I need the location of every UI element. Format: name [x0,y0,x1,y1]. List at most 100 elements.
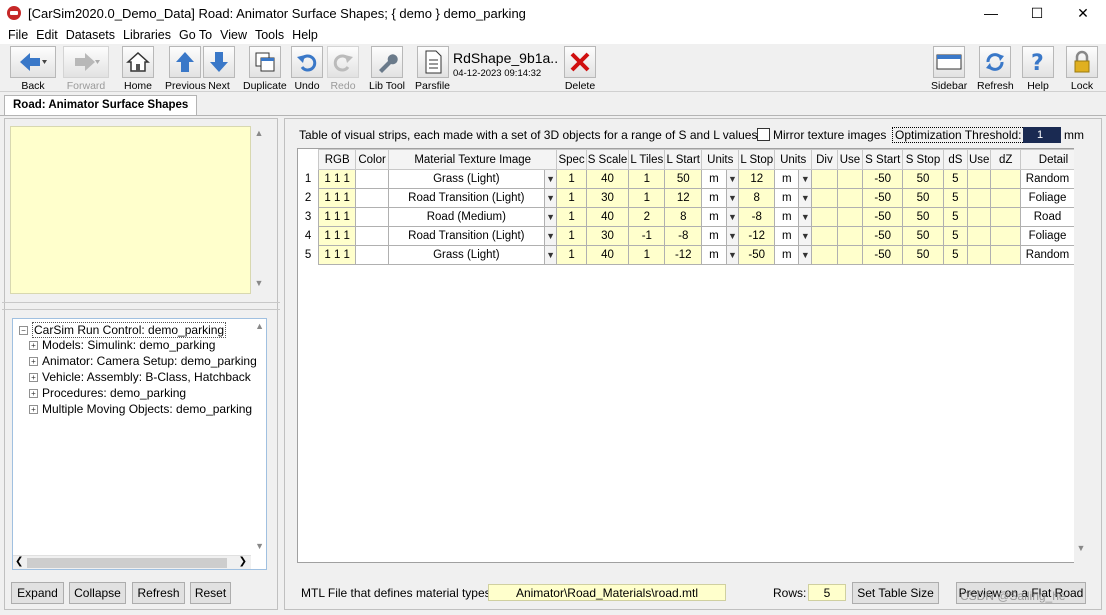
s-start-cell[interactable]: -50 [862,169,904,189]
detail-cell[interactable]: Road [1019,207,1076,227]
menu-edit[interactable]: Edit [36,28,58,42]
s-start-cell[interactable]: -50 [862,188,904,208]
l-tiles-cell[interactable]: -1 [628,226,666,246]
material-cell[interactable]: Grass (Light) [387,169,545,189]
detail-cell[interactable]: Foliage [1019,188,1076,208]
notes-area[interactable] [10,126,251,294]
l-start-cell[interactable]: -8 [664,226,703,246]
spec-cell[interactable]: 1 [556,169,587,189]
div-cell[interactable] [811,169,838,189]
color-cell[interactable] [355,188,389,208]
s-stop-cell[interactable]: 50 [902,245,944,265]
units-cell[interactable]: m [701,188,727,208]
units-dropdown-icon[interactable]: ▼ [798,188,813,208]
ds-cell[interactable]: 5 [942,207,968,227]
rows-input[interactable]: 5 [808,584,846,601]
units-dropdown-icon[interactable]: ▼ [725,169,740,189]
tree-scroll-up-icon[interactable]: ▲ [255,321,264,331]
rgb-cell[interactable]: 1 1 1 [318,169,357,189]
forward-button[interactable]: Forward [63,46,109,92]
s-start-cell[interactable]: -50 [862,226,904,246]
spec-cell[interactable]: 1 [556,207,587,227]
tree-item-procedures[interactable]: + Procedures: demo_parking [29,386,186,400]
ds-cell[interactable]: 5 [942,226,968,246]
l-tiles-cell[interactable]: 1 [628,188,666,208]
s-scale-cell[interactable]: 40 [585,207,630,227]
expand-button[interactable]: Expand [11,582,64,604]
material-cell[interactable]: Grass (Light) [387,245,545,265]
detail-cell[interactable]: Random [1019,245,1076,265]
table-vertical-scrollbar[interactable]: ▼ [1074,148,1088,563]
undo-button[interactable]: Undo [291,46,323,92]
units-dropdown-icon[interactable]: ▼ [798,226,813,246]
expand-icon[interactable]: + [29,372,38,382]
menu-file[interactable]: File [8,28,28,42]
close-button[interactable]: ✕ [1060,0,1106,26]
collapse-button[interactable]: Collapse [69,582,126,604]
s-scale-cell[interactable]: 40 [585,245,630,265]
mtl-file-field[interactable]: Animator\Road_Materials\road.mtl [488,584,726,601]
mirror-texture-checkbox[interactable] [757,128,770,141]
duplicate-button[interactable]: Duplicate [243,46,287,92]
l-stop-cell[interactable]: -12 [738,226,776,246]
units-cell[interactable]: m [701,245,727,265]
lock-button[interactable]: Lock [1066,46,1098,92]
material-dropdown-icon[interactable]: ▼ [543,188,558,208]
redo-button[interactable]: Redo [327,46,359,92]
tree-horizontal-scrollbar[interactable]: ❮ ❯ [13,555,251,569]
menu-libraries[interactable]: Libraries [123,28,171,42]
tree-item-models[interactable]: + Models: Simulink: demo_parking [29,338,215,352]
units-dropdown-icon[interactable]: ▼ [798,207,813,227]
use-cell[interactable] [836,207,864,227]
menu-tools[interactable]: Tools [255,28,284,42]
tree-refresh-button[interactable]: Refresh [132,582,185,604]
l-tiles-cell[interactable]: 1 [628,245,666,265]
use-cell[interactable] [966,226,992,246]
collapse-icon[interactable]: − [19,325,28,335]
div-cell[interactable] [811,226,838,246]
material-dropdown-icon[interactable]: ▼ [543,245,558,265]
use-cell[interactable] [836,226,864,246]
parsfile-button[interactable]: Parsfile [415,46,450,92]
material-cell[interactable]: Road (Medium) [387,207,545,227]
use-cell[interactable] [966,245,992,265]
div-cell[interactable] [811,207,838,227]
delete-button[interactable]: Delete [564,46,596,92]
rgb-cell[interactable]: 1 1 1 [318,207,357,227]
tree-root[interactable]: − CarSim Run Control: demo_parking [19,322,227,338]
units-dropdown-icon[interactable]: ▼ [725,207,740,227]
rgb-cell[interactable]: 1 1 1 [318,188,357,208]
l-start-cell[interactable]: 50 [664,169,703,189]
previous-button[interactable]: Previous [165,46,206,92]
use-cell[interactable] [966,207,992,227]
color-cell[interactable] [355,207,389,227]
dz-cell[interactable] [990,226,1021,246]
optimization-threshold-input[interactable]: 1 [1023,127,1061,143]
use-cell[interactable] [966,169,992,189]
scroll-left-icon[interactable]: ❮ [15,556,23,567]
l-stop-cell[interactable]: 8 [738,188,776,208]
tree-item-animator[interactable]: + Animator: Camera Setup: demo_parking [29,354,257,368]
notes-scrollbar[interactable]: ▲ ▼ [252,126,266,294]
material-cell[interactable]: Road Transition (Light) [387,226,545,246]
l-tiles-cell[interactable]: 2 [628,207,666,227]
expand-icon[interactable]: + [29,388,38,398]
s-start-cell[interactable]: -50 [862,245,904,265]
rgb-cell[interactable]: 1 1 1 [318,245,357,265]
lib-tool-button[interactable]: Lib Tool [369,46,405,92]
s-scale-cell[interactable]: 40 [585,169,630,189]
spec-cell[interactable]: 1 [556,188,587,208]
ds-cell[interactable]: 5 [942,188,968,208]
next-button[interactable]: Next [203,46,235,92]
minimize-button[interactable]: — [968,0,1014,26]
expand-icon[interactable]: + [29,356,38,366]
splitter-handle[interactable] [2,302,280,310]
spec-cell[interactable]: 1 [556,226,587,246]
l-start-cell[interactable]: 8 [664,207,703,227]
units-dropdown-icon[interactable]: ▼ [798,169,813,189]
material-cell[interactable]: Road Transition (Light) [387,188,545,208]
dz-cell[interactable] [990,188,1021,208]
l-tiles-cell[interactable]: 1 [628,169,666,189]
detail-cell[interactable]: Random [1019,169,1076,189]
use-cell[interactable] [836,245,864,265]
